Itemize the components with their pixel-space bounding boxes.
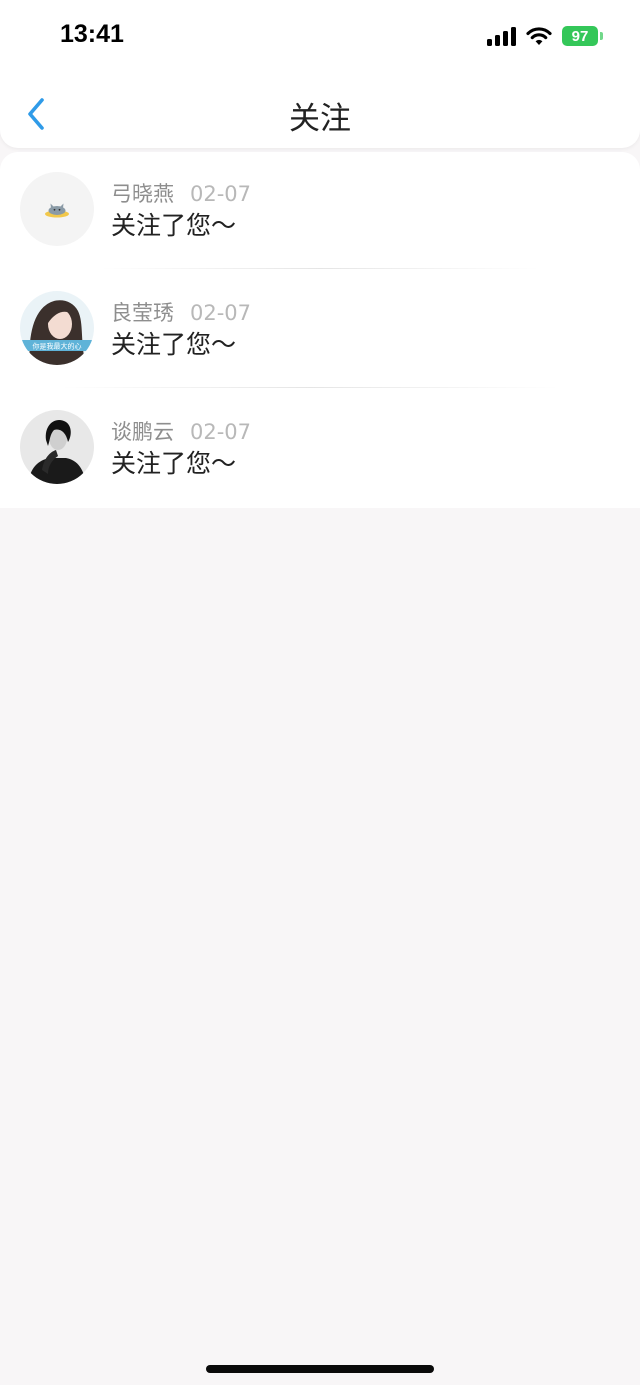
list-item[interactable]: 谈鹏云 02-07 关注了您～ — [0, 390, 640, 508]
user-name[interactable]: 弓晓燕 — [111, 182, 174, 206]
notification-message: 关注了您～ — [111, 211, 237, 240]
cellular-signal-icon — [487, 26, 516, 46]
divider — [60, 387, 560, 388]
page-title: 关注 — [289, 101, 351, 137]
woman-portrait-avatar: 你是我最大的心 — [20, 291, 94, 365]
woman-bw-portrait-avatar — [20, 410, 94, 484]
list-item[interactable]: 你是我最大的心 良莹琇 02-07 关注了您～ — [0, 271, 640, 389]
notification-list: 弓晓燕 02-07 关注了您～ 你是我最大的心 良莹琇 02-07 关注了您～ — [0, 152, 640, 508]
avatar[interactable]: 你是我最大的心 — [20, 291, 94, 365]
battery-icon: 97 — [562, 26, 603, 46]
home-indicator[interactable] — [206, 1365, 434, 1373]
notification-message: 关注了您～ — [111, 330, 237, 359]
cat-avatar-icon — [45, 203, 69, 218]
user-name[interactable]: 谈鹏云 — [111, 420, 174, 444]
notification-date: 02-07 — [190, 420, 252, 444]
battery-level: 97 — [571, 27, 589, 45]
wifi-icon — [526, 27, 552, 45]
notification-header: 良莹琇 02-07 — [111, 297, 251, 327]
status-icons: 97 — [487, 24, 603, 48]
avatar[interactable] — [20, 172, 94, 246]
user-name[interactable]: 良莹琇 — [111, 301, 174, 325]
top-bar: 13:41 97 关注 — [0, 0, 640, 148]
notification-message: 关注了您～ — [111, 449, 237, 478]
list-item[interactable]: 弓晓燕 02-07 关注了您～ — [0, 152, 640, 270]
notification-date: 02-07 — [190, 301, 252, 325]
avatar[interactable] — [20, 410, 94, 484]
status-time: 13:41 — [60, 20, 124, 48]
divider — [100, 268, 540, 269]
notification-header: 谈鹏云 02-07 — [111, 416, 251, 446]
notification-date: 02-07 — [190, 182, 252, 206]
notification-header: 弓晓燕 02-07 — [111, 178, 251, 208]
avatar-caption: 你是我最大的心 — [33, 342, 82, 351]
